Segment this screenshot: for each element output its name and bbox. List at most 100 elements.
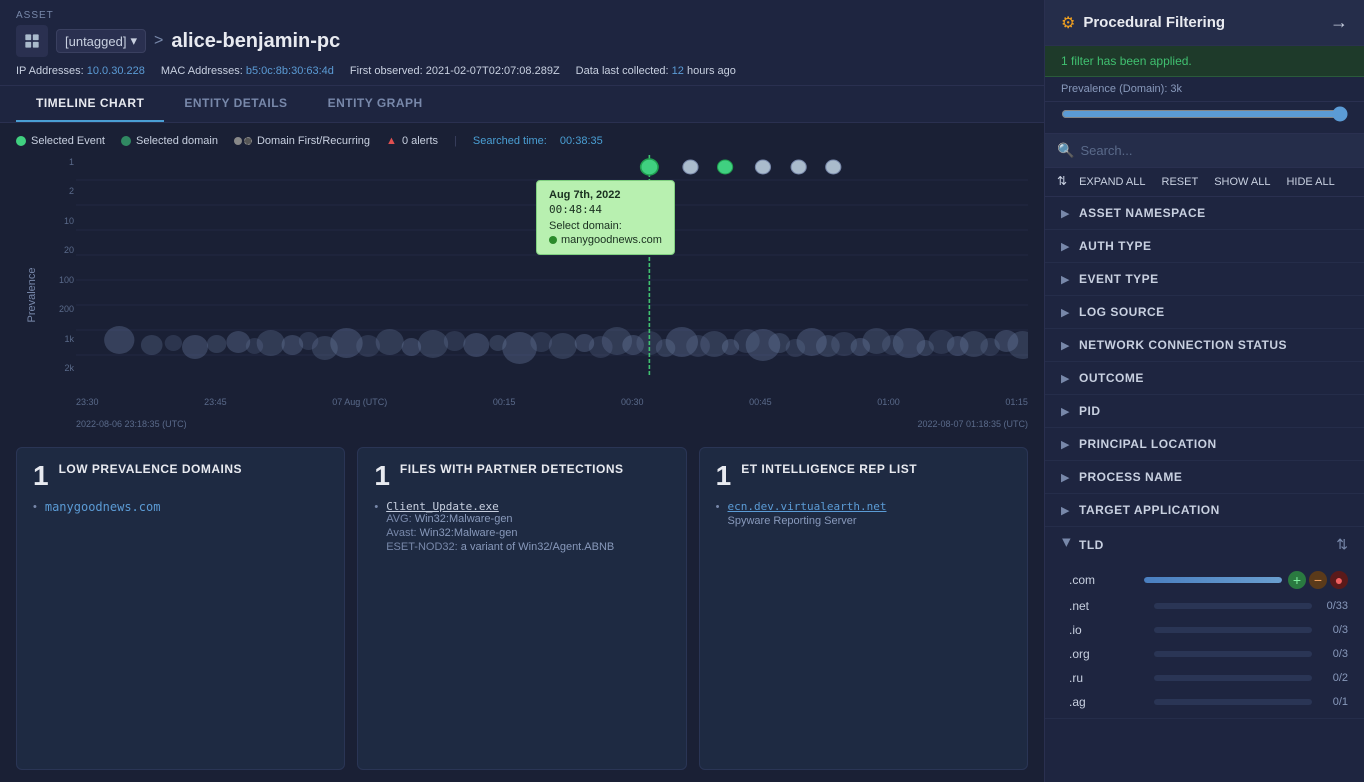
filter-header-outcome[interactable]: ▶ OUTCOME xyxy=(1045,362,1364,394)
right-panel-title: Procedural Filtering xyxy=(1083,14,1225,31)
breadcrumb: [untagged] ▾ > alice-benjamin-pc xyxy=(16,25,1028,57)
filter-header-log-source[interactable]: ▶ LOG SOURCE xyxy=(1045,296,1364,328)
tld-value-com: .com xyxy=(1069,573,1138,587)
tab-entity-graph[interactable]: ENTITY GRAPH xyxy=(308,86,443,122)
card-header-3: 1 ET INTELLIGENCE REP LIST xyxy=(716,462,1011,490)
untagged-badge[interactable]: [untagged] ▾ xyxy=(56,29,146,53)
card-count-2: 1 xyxy=(374,462,390,490)
data-last-link[interactable]: 12 xyxy=(672,65,684,77)
chevron-down-icon: ▾ xyxy=(130,33,137,49)
filter-header-network[interactable]: ▶ NETWORK CONNECTION STATUS xyxy=(1045,329,1364,361)
right-panel-arrow[interactable]: → xyxy=(1330,12,1348,33)
filter-asset-namespace: ▶ ASSET NAMESPACE xyxy=(1045,197,1364,230)
intel-description: Spyware Reporting Server xyxy=(728,515,887,527)
sort-icon[interactable]: ⇅ xyxy=(1336,536,1348,553)
filter-applied-notice: 1 filter has been applied. xyxy=(1045,46,1364,77)
expand-all-button[interactable]: EXPAND ALL xyxy=(1075,174,1149,190)
filter-label-process-name: PROCESS NAME xyxy=(1079,470,1348,484)
chevron-right-icon-5: ▶ xyxy=(1061,339,1073,352)
legend-selected-event: Selected Event xyxy=(16,135,105,147)
tld-row-net[interactable]: .net 0/33 Exclude Others xyxy=(1045,594,1364,618)
chevron-right-icon-9: ▶ xyxy=(1061,471,1073,484)
x-axis-dates: 2022-08-06 23:18:35 (UTC) 2022-08-07 01:… xyxy=(76,419,1028,429)
tld-row-com[interactable]: .com + − ● xyxy=(1045,566,1364,594)
tld-row-ru[interactable]: .ru 0/2 xyxy=(1045,666,1364,690)
card-item-file: • Client_Update.exe AVG: Win32:Malware-g… xyxy=(374,500,669,555)
card-title-3: ET INTELLIGENCE REP LIST xyxy=(741,462,917,478)
prevalence-slider-container[interactable] xyxy=(1045,102,1364,134)
card-content-2: • Client_Update.exe AVG: Win32:Malware-g… xyxy=(374,500,669,555)
mac-label: MAC Addresses: xyxy=(161,65,243,77)
legend-domain-recurring: Domain First/Recurring xyxy=(234,135,370,147)
filter-pid: ▶ PID xyxy=(1045,395,1364,428)
filter-header-auth-type[interactable]: ▶ AUTH TYPE xyxy=(1045,230,1364,262)
hours-ago: hours ago xyxy=(687,65,736,77)
search-icon: 🔍 xyxy=(1057,142,1074,159)
filter-list: ▶ ASSET NAMESPACE ▶ AUTH TYPE ▶ EVENT TY… xyxy=(1045,197,1364,782)
filter-header-tld[interactable]: ▶ TLD ⇅ xyxy=(1045,527,1364,562)
filter-header-pid[interactable]: ▶ PID xyxy=(1045,395,1364,427)
filter-header-asset-namespace[interactable]: ▶ ASSET NAMESPACE xyxy=(1045,197,1364,229)
card-et-intel: 1 ET INTELLIGENCE REP LIST • ecn.dev.vir… xyxy=(699,447,1028,770)
filter-label-target-application: TARGET APPLICATION xyxy=(1079,503,1348,517)
legend-searched-time: Searched time: 00:38:35 xyxy=(473,135,603,147)
bullet-icon: • xyxy=(33,501,37,513)
chevron-right-icon-7: ▶ xyxy=(1061,405,1073,418)
tld-bar-container-net xyxy=(1154,603,1312,609)
card-item-intel: • ecn.dev.virtualearth.net Spyware Repor… xyxy=(716,500,1011,527)
tld-bar-container-ag xyxy=(1154,699,1312,705)
filter-label-network: NETWORK CONNECTION STATUS xyxy=(1079,338,1348,352)
chevron-right-icon-8: ▶ xyxy=(1061,438,1073,451)
ip-label: IP Addresses: xyxy=(16,65,84,77)
tld-row-io[interactable]: .io 0/3 xyxy=(1045,618,1364,642)
card-title-2: FILES WITH PARTNER DETECTIONS xyxy=(400,462,624,478)
chevron-down-icon-tld: ▶ xyxy=(1061,539,1074,551)
tab-entity-details[interactable]: ENTITY DETAILS xyxy=(164,86,307,122)
tld-controls-com: + − ● xyxy=(1288,571,1348,589)
hostname: alice-benjamin-pc xyxy=(171,30,340,53)
show-all-button[interactable]: SHOW ALL xyxy=(1210,174,1274,190)
selected-domain-dot xyxy=(121,136,131,146)
timeline-chart[interactable]: Prevalence 1 2 10 20 100 200 1k 2k xyxy=(16,155,1028,435)
tld-count-io: 0/3 xyxy=(1318,624,1348,636)
file-details: Client_Update.exe AVG: Win32:Malware-gen… xyxy=(386,500,614,555)
filter-header-process-name[interactable]: ▶ PROCESS NAME xyxy=(1045,461,1364,493)
chart-legend: Selected Event Selected domain Domain Fi… xyxy=(16,135,1028,147)
tld-value-io: .io xyxy=(1069,623,1148,637)
file-name[interactable]: Client_Update.exe xyxy=(386,500,614,513)
first-observed-label: First observed: xyxy=(350,65,423,77)
right-panel-header: ⚙ Procedural Filtering → xyxy=(1045,0,1364,46)
filter-subtitle: Prevalence (Domain): 3k xyxy=(1045,77,1364,102)
ip-address[interactable]: 10.0.30.228 xyxy=(87,65,145,77)
filter-header-target-application[interactable]: ▶ TARGET APPLICATION xyxy=(1045,494,1364,526)
hide-all-button[interactable]: HIDE ALL xyxy=(1282,174,1338,190)
prevalence-slider[interactable] xyxy=(1061,106,1348,122)
tld-subtract-button-com[interactable]: − xyxy=(1309,571,1327,589)
chart-area: Selected Event Selected domain Domain Fi… xyxy=(0,123,1044,435)
low-prevalence-domain[interactable]: manygoodnews.com xyxy=(45,500,161,514)
tld-add-button-com[interactable]: + xyxy=(1288,571,1306,589)
chart-svg-container[interactable]: Aug 7th, 2022 00:48:44 Select domain: ma… xyxy=(76,155,1028,375)
tld-row-ag[interactable]: .ag 0/1 xyxy=(1045,690,1364,714)
chevron-right-icon-3: ▶ xyxy=(1061,273,1073,286)
right-title-row: ⚙ Procedural Filtering xyxy=(1061,13,1225,33)
tld-exclude-button-com[interactable]: ● xyxy=(1330,571,1348,589)
x-axis: 23:30 23:45 07 Aug (UTC) 00:15 00:30 00:… xyxy=(76,397,1028,407)
expand-icon: ⇅ xyxy=(1057,174,1067,190)
mac-address[interactable]: b5:0c:8b:30:63:4d xyxy=(246,65,334,77)
legend-selected-domain: Selected domain xyxy=(121,135,218,147)
filter-header-event-type[interactable]: ▶ EVENT TYPE xyxy=(1045,263,1364,295)
breadcrumb-separator: > xyxy=(154,32,163,50)
reset-button[interactable]: RESET xyxy=(1158,174,1203,190)
av-avast: Avast: Win32:Malware-gen xyxy=(386,527,614,539)
tab-timeline[interactable]: TIMELINE CHART xyxy=(16,86,164,122)
intel-domain[interactable]: ecn.dev.virtualearth.net xyxy=(728,500,887,513)
filter-label-log-source: LOG SOURCE xyxy=(1079,305,1348,319)
tld-count-org: 0/3 xyxy=(1318,648,1348,660)
tld-row-org[interactable]: .org 0/3 xyxy=(1045,642,1364,666)
intel-details: ecn.dev.virtualearth.net Spyware Reporti… xyxy=(728,500,887,527)
card-count-1: 1 xyxy=(33,462,49,490)
filter-header-principal-location[interactable]: ▶ PRINCIPAL LOCATION xyxy=(1045,428,1364,460)
card-title-1: LOW PREVALENCE DOMAINS xyxy=(59,462,242,478)
search-input[interactable] xyxy=(1080,143,1352,158)
